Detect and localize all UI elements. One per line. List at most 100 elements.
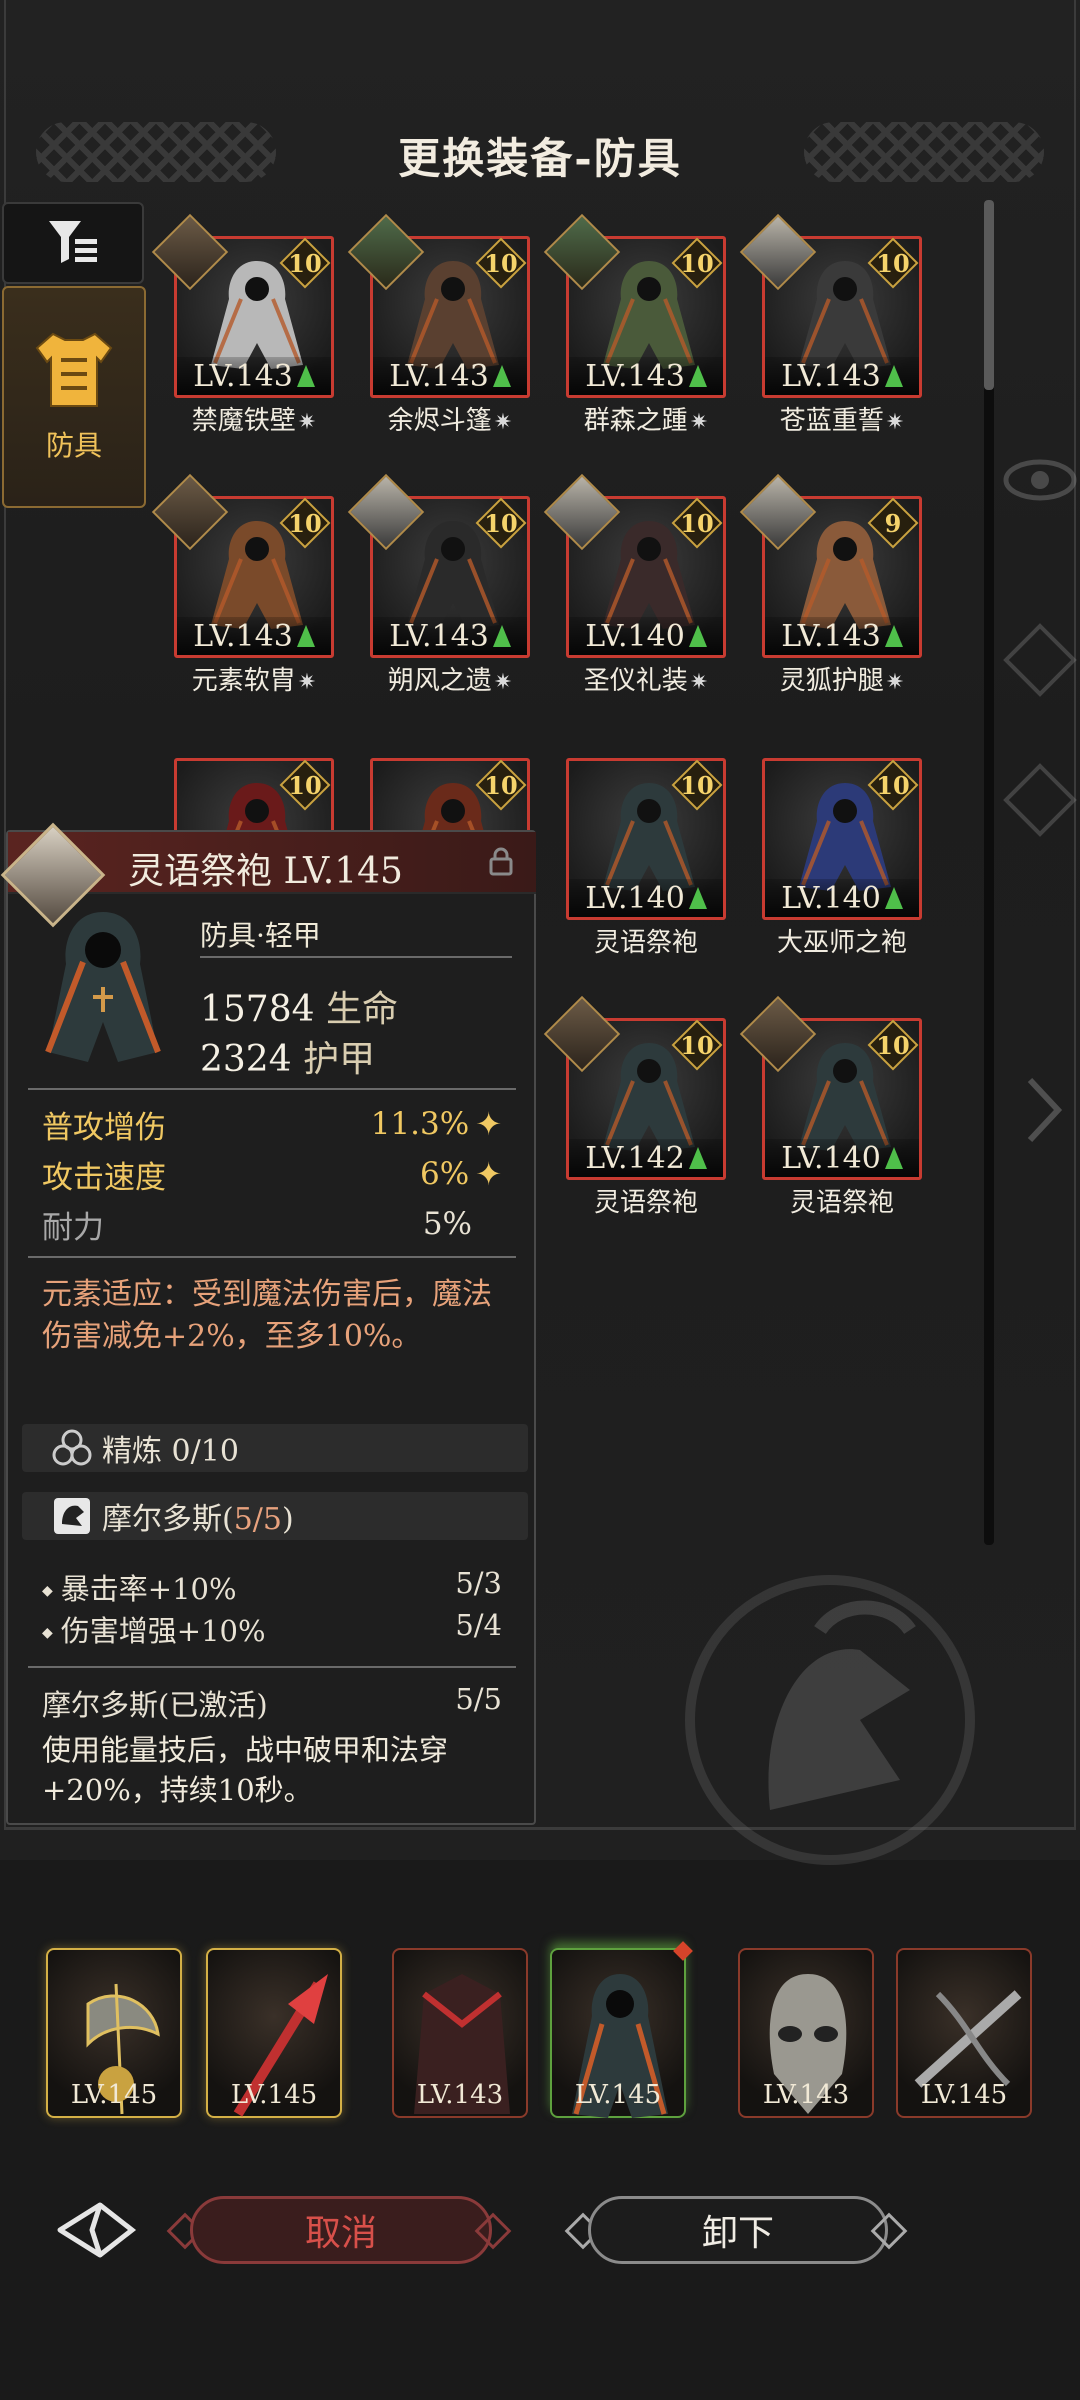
stat-hp-unit: 生命: [325, 989, 398, 1030]
item-card[interactable]: 10 LV.143: [151, 213, 334, 398]
set-sparkle-icon: ✷: [885, 670, 905, 695]
tier-badge: 10: [675, 1023, 719, 1067]
item-name-text: 禁魔铁壁: [191, 406, 296, 436]
bonus-name: 耐力: [42, 1209, 104, 1246]
tier-value: 9: [884, 508, 902, 538]
item-card[interactable]: 10 LV.140: [543, 473, 726, 658]
item-name-text: 朔风之遗: [387, 666, 492, 696]
tier-value: 10: [484, 248, 518, 278]
equipped-slot[interactable]: LV.145: [896, 1948, 1032, 2118]
item-name-text: 苍蓝重誓: [779, 406, 884, 436]
tier-value: 10: [680, 508, 714, 538]
tier-value: 10: [680, 248, 714, 278]
upgrade-arrow-icon: [884, 1147, 903, 1169]
item-level: LV.143: [177, 617, 331, 655]
cancel-button[interactable]: 取消: [190, 2196, 492, 2264]
equipped-slot[interactable]: LV.145: [46, 1948, 182, 2118]
upgrade-arrow-icon: [296, 625, 315, 647]
rune-icon: [1003, 623, 1077, 697]
upgrade-arrow-icon: [492, 365, 511, 387]
back-icon[interactable]: [52, 2195, 142, 2265]
equipped-level: LV.143: [762, 2080, 850, 2110]
tooltip-title: 灵语祭袍 LV.145: [128, 851, 403, 892]
item-name-text: 灵语祭袍: [593, 1188, 698, 1218]
item-card[interactable]: 10 LV.143: [739, 213, 922, 398]
arrow-icon: [1027, 1077, 1063, 1143]
item-level: LV.140: [569, 617, 723, 655]
item-name: 圣仪礼装✷: [546, 660, 746, 697]
equipped-slot[interactable]: LV.145: [550, 1941, 693, 2118]
upgrade-arrow-icon: [492, 625, 511, 647]
scrollbar-thumb[interactable]: [984, 200, 994, 390]
item-level: LV.143: [177, 357, 331, 395]
item-level: LV.143: [765, 617, 919, 655]
set-active-row: 摩尔多斯(已激活) 5/5: [42, 1682, 502, 1724]
set-bonus-req: 5/3: [455, 1566, 502, 1600]
item-level: LV.140: [569, 879, 723, 917]
equipped-slot[interactable]: LV.143: [738, 1948, 874, 2118]
tier-value: 10: [484, 508, 518, 538]
scrollbar[interactable]: [984, 200, 994, 1545]
divider: [28, 1088, 516, 1090]
refine-text: 精炼 0/10: [102, 1434, 239, 1469]
upgrade-arrow-icon: [884, 625, 903, 647]
category-tab-armor[interactable]: 防具: [2, 286, 146, 508]
tier-badge: 10: [479, 763, 523, 807]
set-bonus-text: ◆ 暴击率+10%: [42, 1572, 237, 1606]
item-level-text: LV.140: [781, 1140, 881, 1176]
item-card[interactable]: 10 LV.143: [347, 213, 530, 398]
set-active-label: 摩尔多斯(已激活): [42, 1688, 268, 1722]
bonus-name: 攻击速度: [42, 1159, 166, 1196]
set-active-count: 5/5: [455, 1682, 502, 1716]
tier-value: 10: [876, 770, 910, 800]
item-card[interactable]: 10 LV.140: [566, 758, 726, 920]
bonus-value: 11.3% ✦: [371, 1105, 502, 1143]
unequip-button[interactable]: 卸下: [588, 2196, 888, 2264]
item-card[interactable]: 9 LV.143: [739, 473, 922, 658]
set-bonus-req: 5/4: [455, 1608, 502, 1642]
bonus-value: 6% ✦: [420, 1155, 502, 1193]
equipped-slot[interactable]: LV.143: [392, 1948, 528, 2118]
upgrade-arrow-icon: [296, 365, 315, 387]
item-level: LV.140: [765, 879, 919, 917]
set-sparkle-icon: ✷: [689, 410, 709, 435]
item-name: 苍蓝重誓✷: [742, 400, 942, 437]
item-card[interactable]: 10 LV.143: [151, 473, 334, 658]
item-name: 元素软胄✷: [154, 660, 354, 697]
item-card[interactable]: 10 LV.143: [347, 473, 530, 658]
item-name: 余烬斗篷✷: [350, 400, 550, 437]
header: 更换装备-防具: [0, 110, 1080, 200]
item-name-text: 灵语祭袍: [789, 1188, 894, 1218]
item-card[interactable]: 10 LV.140: [762, 758, 922, 920]
item-level-text: LV.143: [585, 358, 685, 394]
item-card[interactable]: 10 LV.140: [739, 995, 922, 1180]
set-sparkle-icon: ✷: [885, 410, 905, 435]
item-card[interactable]: 10 LV.143: [543, 213, 726, 398]
bonus-name: 普攻增伤: [42, 1109, 166, 1146]
effect-description: 元素适应：受到魔法伤害后，魔法伤害减免+2%，至多10%。: [42, 1277, 492, 1354]
lock-icon[interactable]: [486, 846, 516, 876]
item-name: 禁魔铁壁✷: [154, 400, 354, 437]
rune-icon-2: [1003, 763, 1077, 837]
item-level-text: LV.143: [389, 358, 489, 394]
equipped-slot[interactable]: LV.145: [206, 1948, 342, 2118]
item-name: 大巫师之袍: [742, 922, 942, 959]
tier-badge: 10: [479, 501, 523, 545]
upgrade-arrow-icon: [688, 625, 707, 647]
item-name-text: 圣仪礼装: [583, 666, 688, 696]
refine-bar: 精炼 0/10: [22, 1424, 528, 1472]
item-name: 群森之踵✷: [546, 400, 746, 437]
armor-icon: [35, 332, 113, 407]
set-active-description: 使用能量技后，战中破甲和法穿+20%，持续10秒。: [42, 1733, 449, 1807]
item-card[interactable]: 10 LV.142: [543, 995, 726, 1180]
item-name: 灵语祭袍: [546, 1182, 746, 1219]
stat-armor: 2324 护甲: [200, 1030, 375, 1082]
stat-hp: 15784 生命: [200, 980, 398, 1032]
filter-button[interactable]: [2, 202, 144, 284]
item-level-text: LV.140: [781, 880, 881, 916]
bonus-value-text: 6%: [420, 1156, 470, 1192]
knight-emblem-icon: [685, 1575, 975, 1865]
tier-badge: 10: [283, 501, 327, 545]
stat-hp-value: 15784: [200, 989, 315, 1030]
equipped-level: LV.145: [574, 2080, 662, 2110]
